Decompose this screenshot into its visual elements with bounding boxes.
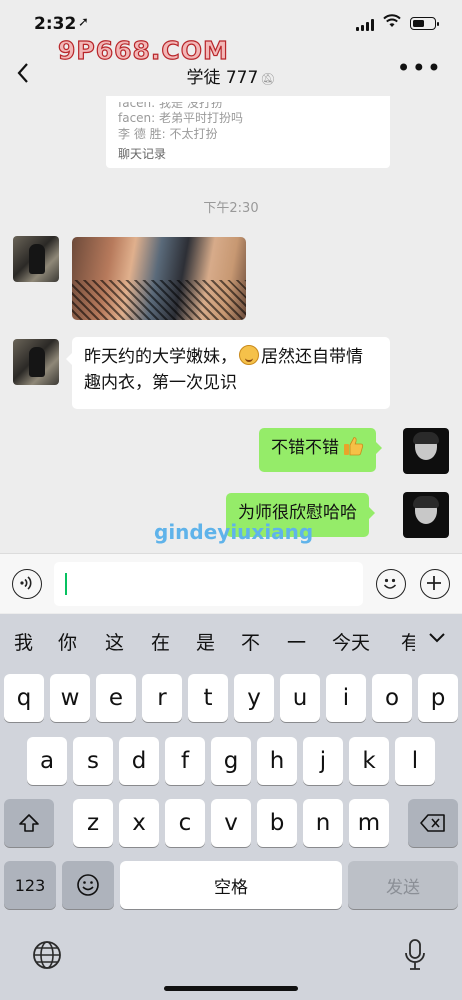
- send-key[interactable]: 发送: [348, 861, 458, 909]
- key-z[interactable]: z: [73, 799, 113, 847]
- plus-icon[interactable]: [420, 569, 450, 599]
- candidate-word[interactable]: 是: [196, 628, 215, 655]
- image-message[interactable]: [72, 237, 246, 320]
- shift-arrow-icon: [19, 814, 39, 832]
- key-c[interactable]: c: [165, 799, 205, 847]
- text-caret: [65, 573, 67, 595]
- keyboard: 我 你 这 在 是 不 一 今天 有 q w e r t y u i o p a…: [0, 614, 462, 1000]
- key-e[interactable]: e: [96, 674, 136, 722]
- cellular-signal-icon: [356, 19, 374, 31]
- key-t[interactable]: t: [188, 674, 228, 722]
- key-i[interactable]: i: [326, 674, 366, 722]
- key-j[interactable]: j: [303, 737, 343, 785]
- key-n[interactable]: n: [303, 799, 343, 847]
- key-g[interactable]: g: [211, 737, 251, 785]
- chat-record-footer: 聊天记录: [118, 147, 167, 161]
- message-timestamp: 下午2:30: [203, 201, 259, 216]
- key-w[interactable]: w: [50, 674, 90, 722]
- backspace-icon: [420, 814, 445, 832]
- message-bubble-outgoing[interactable]: 不错不错: [259, 428, 382, 472]
- battery-icon: [410, 17, 439, 30]
- thumbs-up-emoji-icon: [344, 437, 364, 456]
- key-s[interactable]: s: [73, 737, 113, 785]
- emoji-icon[interactable]: [376, 569, 406, 599]
- home-indicator[interactable]: [164, 986, 298, 991]
- key-x[interactable]: x: [119, 799, 159, 847]
- key-b[interactable]: b: [257, 799, 297, 847]
- key-f[interactable]: f: [165, 737, 205, 785]
- numbers-key[interactable]: 123: [4, 861, 56, 909]
- key-r[interactable]: r: [142, 674, 182, 722]
- chat-title: 学徒 777 🔕︎: [0, 63, 462, 88]
- chat-header: 学徒 777 🔕︎ •••: [0, 48, 462, 98]
- chat-record-line: 李 德 胜: 不太打扮: [118, 127, 218, 141]
- chat-input-bar: [0, 553, 462, 613]
- wifi-icon: [383, 14, 401, 27]
- smiley-icon: [77, 874, 99, 896]
- friend-avatar[interactable]: [13, 339, 59, 385]
- message-text: 昨天约的大学嫩妹，: [84, 347, 237, 367]
- globe-icon[interactable]: [31, 939, 63, 975]
- candidate-word[interactable]: 在: [151, 628, 170, 655]
- chat-record-card[interactable]: facen: 我是 没打扮 facen: 老弟平时打扮吗 李 德 胜: 不太打扮…: [106, 96, 390, 168]
- key-p[interactable]: p: [418, 674, 458, 722]
- chat-record-line: facen: 老弟平时打扮吗: [118, 111, 244, 125]
- key-k[interactable]: k: [349, 737, 389, 785]
- candidate-bar: 我 你 这 在 是 不 一 今天 有: [0, 628, 462, 658]
- my-avatar[interactable]: [403, 492, 449, 538]
- bell-muted-icon: 🔕︎: [260, 72, 276, 86]
- candidate-word[interactable]: 今天: [332, 628, 370, 655]
- candidate-word[interactable]: 这: [105, 628, 124, 655]
- voice-icon[interactable]: [12, 569, 42, 599]
- space-key[interactable]: 空格: [120, 861, 342, 909]
- status-time: 2:32: [34, 14, 77, 34]
- chevron-down-icon[interactable]: [428, 628, 446, 649]
- friend-avatar[interactable]: [13, 236, 59, 282]
- message-input[interactable]: [54, 562, 363, 606]
- key-q[interactable]: q: [4, 674, 44, 722]
- chat-title-text: 学徒 777: [186, 68, 259, 88]
- message-bubble-incoming[interactable]: 昨天约的大学嫩妹， 居然还自带情趣内衣，第一次见识: [66, 337, 390, 409]
- chat-record-line: facen: 我是 没打扮: [118, 102, 223, 110]
- candidate-word[interactable]: 一: [287, 628, 306, 655]
- location-arrow-icon: ➚: [78, 15, 89, 30]
- delete-key[interactable]: [408, 799, 458, 847]
- shift-key[interactable]: [4, 799, 54, 847]
- candidate-word[interactable]: 有: [401, 628, 415, 655]
- watermark-bottom: gindeyiuxiang: [154, 520, 314, 544]
- key-o[interactable]: o: [372, 674, 412, 722]
- candidate-word[interactable]: 不: [241, 628, 260, 655]
- key-v[interactable]: v: [211, 799, 251, 847]
- ellipsis-icon[interactable]: •••: [397, 54, 442, 82]
- key-h[interactable]: h: [257, 737, 297, 785]
- message-text: 不错不错: [271, 438, 339, 458]
- key-a[interactable]: a: [27, 737, 67, 785]
- microphone-icon[interactable]: [402, 938, 428, 976]
- key-d[interactable]: d: [119, 737, 159, 785]
- key-m[interactable]: m: [349, 799, 389, 847]
- emoji-keyboard-key[interactable]: [62, 861, 114, 909]
- my-avatar[interactable]: [403, 428, 449, 474]
- key-u[interactable]: u: [280, 674, 320, 722]
- candidate-word[interactable]: 你: [58, 628, 77, 655]
- smile-emoji-icon: [239, 345, 259, 365]
- key-y[interactable]: y: [234, 674, 274, 722]
- key-l[interactable]: l: [395, 737, 435, 785]
- candidate-word[interactable]: 我: [14, 628, 33, 655]
